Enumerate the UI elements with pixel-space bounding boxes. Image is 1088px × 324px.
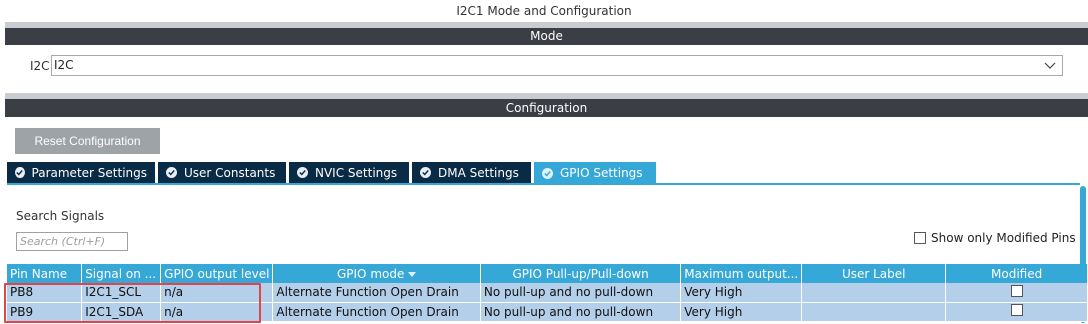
cell-modified bbox=[945, 302, 1088, 322]
cell-user-label[interactable] bbox=[801, 283, 947, 303]
cell-pull: No pull-up and no pull-down bbox=[480, 283, 682, 303]
tab-gpio-settings[interactable]: GPIO Settings bbox=[534, 162, 656, 184]
column-header-gpio-mode-label: GPIO mode bbox=[336, 266, 405, 281]
tab-label: User Constants bbox=[184, 165, 276, 180]
mode-section-header: Mode bbox=[5, 22, 1088, 45]
column-header-output-level[interactable]: GPIO output level bbox=[160, 264, 274, 283]
tab-panel-border bbox=[7, 183, 1080, 185]
cell-max-output: Very High bbox=[680, 302, 803, 322]
show-modified-pins-toggle[interactable]: Show only Modified Pins bbox=[914, 231, 1076, 245]
i2c-mode-select[interactable]: I2C bbox=[51, 55, 1063, 76]
tab-dma-settings[interactable]: DMA Settings bbox=[412, 162, 531, 183]
search-signals-label: Search Signals bbox=[16, 209, 105, 223]
i2c-mode-value: I2C bbox=[54, 58, 74, 72]
window-title: I2C1 Mode and Configuration bbox=[456, 4, 632, 18]
tab-label: NVIC Settings bbox=[315, 165, 398, 180]
cell-max-output: Very High bbox=[680, 283, 803, 303]
column-header-signal[interactable]: Signal on ... bbox=[81, 264, 162, 283]
column-header-user-label[interactable]: User Label bbox=[801, 264, 947, 283]
chevron-down-icon bbox=[1044, 62, 1056, 69]
show-modified-pins-label: Show only Modified Pins bbox=[931, 231, 1076, 245]
search-signals-input[interactable] bbox=[16, 232, 128, 251]
check-circle-icon bbox=[420, 167, 431, 178]
cell-gpio-mode: Alternate Function Open Drain bbox=[272, 283, 481, 303]
column-header-modified[interactable]: Modified bbox=[945, 264, 1088, 283]
check-circle-icon bbox=[15, 167, 25, 178]
check-circle-icon bbox=[297, 167, 308, 178]
tab-nvic-settings[interactable]: NVIC Settings bbox=[289, 162, 409, 183]
checkbox-icon[interactable] bbox=[914, 232, 926, 244]
check-circle-icon bbox=[166, 167, 177, 178]
tab-label: Parameter Settings bbox=[31, 165, 147, 180]
modified-checkbox[interactable] bbox=[1010, 284, 1023, 297]
sort-down-icon bbox=[408, 271, 417, 277]
table-header-row: Pin Name Signal on ... GPIO output level… bbox=[7, 264, 1088, 283]
i2c-label: I2C bbox=[30, 59, 50, 73]
column-header-pin-name[interactable]: Pin Name bbox=[7, 264, 83, 283]
reset-configuration-button[interactable]: Reset Configuration bbox=[15, 128, 160, 154]
check-circle-icon bbox=[542, 167, 553, 179]
tab-label: DMA Settings bbox=[438, 165, 519, 180]
tab-parameter-settings[interactable]: Parameter Settings bbox=[7, 162, 155, 183]
configuration-section-header: Configuration bbox=[5, 93, 1088, 117]
column-header-gpio-mode[interactable]: GPIO mode bbox=[272, 264, 481, 283]
modified-checkbox[interactable] bbox=[1010, 304, 1023, 316]
column-header-max-output[interactable]: Maximum output... bbox=[680, 264, 803, 283]
cell-user-label[interactable] bbox=[801, 302, 947, 322]
cell-gpio-mode: Alternate Function Open Drain bbox=[272, 302, 481, 322]
tab-user-constants[interactable]: User Constants bbox=[158, 162, 286, 183]
cell-modified bbox=[945, 283, 1088, 303]
tab-label: GPIO Settings bbox=[560, 166, 643, 180]
column-header-pull[interactable]: GPIO Pull-up/Pull-down bbox=[480, 264, 682, 283]
highlight-annotation-box bbox=[4, 283, 261, 323]
config-tab-bar: Parameter Settings User Constants NVIC S… bbox=[7, 162, 659, 184]
cell-pull: No pull-up and no pull-down bbox=[480, 302, 682, 322]
